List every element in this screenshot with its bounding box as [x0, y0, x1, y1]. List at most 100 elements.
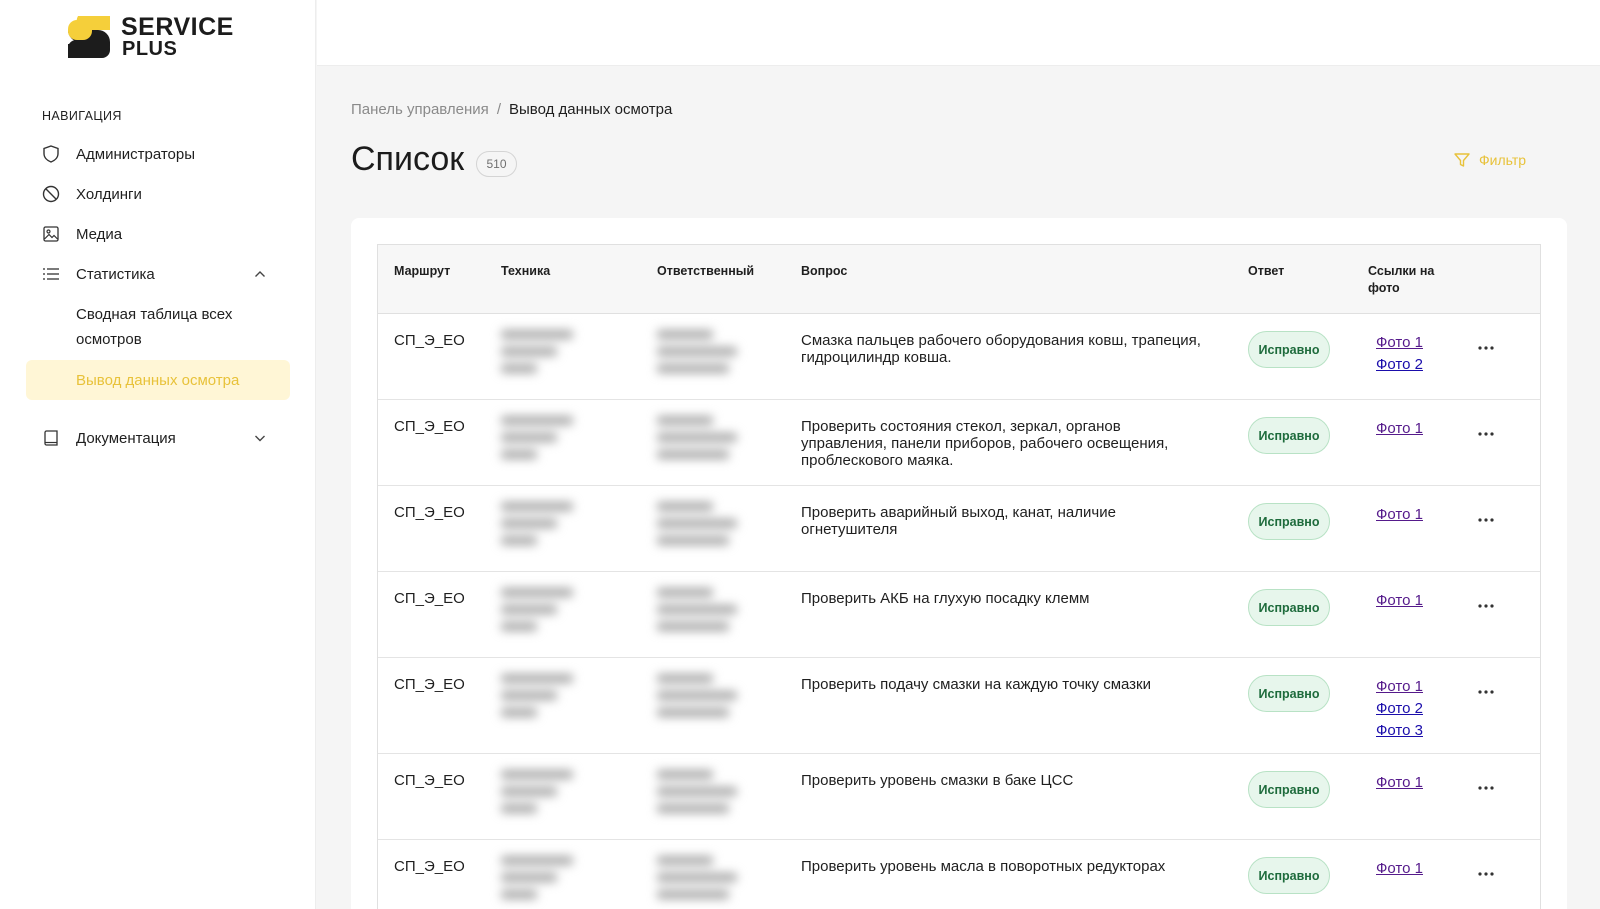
more-actions-icon[interactable]	[1476, 784, 1496, 792]
status-badge: Исправно	[1248, 675, 1330, 712]
equipment-cell-redacted	[491, 314, 641, 399]
list-icon	[42, 265, 60, 283]
photo-link[interactable]: Фото 1	[1376, 590, 1423, 612]
responsible-cell-redacted	[647, 754, 787, 839]
col-header-responsible[interactable]: Ответственный	[657, 263, 754, 280]
sidebar-item-label: Администраторы	[76, 145, 196, 163]
breadcrumb-separator: /	[496, 101, 501, 118]
equipment-cell-redacted	[491, 572, 641, 657]
route-cell: СП_Э_ЕО	[394, 418, 465, 435]
question-cell: Смазка пальцев рабочего оборудования ков…	[801, 332, 1201, 366]
photo-link[interactable]: Фото 1	[1376, 772, 1423, 794]
equipment-cell-redacted	[491, 486, 641, 571]
more-actions-icon[interactable]	[1476, 430, 1496, 438]
photo-links: Фото 1 Фото 2 Фото 3	[1376, 676, 1423, 742]
route-cell: СП_Э_ЕО	[394, 332, 465, 349]
table-row[interactable]: СП_Э_ЕО Проверить уровень смазки в баке …	[378, 754, 1540, 840]
book-icon	[42, 429, 60, 447]
status-badge: Исправно	[1248, 857, 1330, 894]
sidebar-item-statistics[interactable]: Статистика	[26, 254, 290, 294]
route-cell: СП_Э_ЕО	[394, 676, 465, 693]
filter-label: Фильтр	[1479, 152, 1527, 168]
sidebar-item-label: Документация	[76, 429, 176, 447]
more-actions-icon[interactable]	[1476, 344, 1496, 352]
responsible-cell-redacted	[647, 400, 787, 485]
logo-line2: PLUS	[122, 38, 178, 60]
responsible-cell-redacted	[647, 486, 787, 571]
status-badge: Исправно	[1248, 771, 1330, 808]
breadcrumb: Панель управления / Вывод данных осмотра	[351, 101, 672, 118]
col-header-route[interactable]: Маршрут	[394, 263, 450, 280]
more-actions-icon[interactable]	[1476, 688, 1496, 696]
table-row[interactable]: СП_Э_ЕО Проверить подачу смазки на кажду…	[378, 658, 1540, 754]
sidebar-item-label: Холдинги	[76, 185, 142, 203]
photo-link[interactable]: Фото 1	[1376, 332, 1423, 354]
breadcrumb-current: Вывод данных осмотра	[508, 101, 673, 118]
route-cell: СП_Э_ЕО	[394, 590, 465, 607]
table-row[interactable]: СП_Э_ЕО Смазка пальцев рабочего оборудов…	[378, 314, 1540, 400]
ban-icon	[42, 185, 60, 203]
question-cell: Проверить уровень масла в поворотных ред…	[801, 858, 1166, 875]
photo-links: Фото 1	[1376, 418, 1423, 440]
equipment-cell-redacted	[491, 840, 641, 909]
col-header-question[interactable]: Вопрос	[801, 263, 847, 280]
photo-link[interactable]: Фото 1	[1376, 676, 1423, 698]
responsible-cell-redacted	[647, 658, 787, 753]
table-row[interactable]: СП_Э_ЕО Проверить состояния стекол, зерк…	[378, 400, 1540, 486]
photo-link[interactable]: Фото 1	[1376, 504, 1423, 526]
photo-link[interactable]: Фото 1	[1376, 418, 1423, 440]
image-icon	[42, 225, 60, 243]
logo[interactable]: SERVICE PLUS	[68, 15, 258, 61]
route-cell: СП_Э_ЕО	[394, 772, 465, 789]
photo-links: Фото 1	[1376, 772, 1423, 794]
col-header-equipment[interactable]: Техника	[501, 263, 550, 280]
table-header: Маршрут Техника Ответственный Вопрос Отв…	[378, 245, 1540, 314]
more-actions-icon[interactable]	[1476, 516, 1496, 524]
col-header-photos[interactable]: Ссылки на фото	[1368, 263, 1448, 297]
question-cell: Проверить АКБ на глухую посадку клемм	[801, 590, 1090, 607]
logo-mark-icon	[68, 16, 110, 58]
top-bar	[317, 0, 1600, 66]
filter-icon	[1454, 153, 1470, 167]
filter-button[interactable]: Фильтр	[1453, 151, 1526, 169]
route-cell: СП_Э_ЕО	[394, 858, 465, 875]
photo-links: Фото 1	[1376, 504, 1423, 526]
equipment-cell-redacted	[491, 658, 641, 753]
table-row[interactable]: СП_Э_ЕО Проверить аварийный выход, канат…	[378, 486, 1540, 572]
responsible-cell-redacted	[647, 314, 787, 399]
responsible-cell-redacted	[647, 572, 787, 657]
inspection-table: Маршрут Техника Ответственный Вопрос Отв…	[377, 244, 1541, 909]
count-badge: 510	[476, 151, 517, 177]
sidebar-subitem-inspection-output[interactable]: Вывод данных осмотра	[26, 360, 290, 400]
sidebar-subitem-summary-table[interactable]: Сводная таблица всех осмотров	[26, 302, 290, 352]
sidebar-item-media[interactable]: Медиа	[26, 214, 290, 254]
photo-link[interactable]: Фото 2	[1376, 354, 1423, 376]
table-row[interactable]: СП_Э_ЕО Проверить уровень масла в поворо…	[378, 840, 1540, 909]
status-badge: Исправно	[1248, 417, 1330, 454]
question-cell: Проверить уровень смазки в баке ЦСС	[801, 772, 1074, 789]
more-actions-icon[interactable]	[1476, 870, 1496, 878]
photo-links: Фото 1	[1376, 858, 1423, 880]
sidebar: SERVICE PLUS НАВИГАЦИЯ Администраторы Хо…	[0, 0, 316, 909]
photo-links: Фото 1	[1376, 590, 1423, 612]
breadcrumb-root[interactable]: Панель управления	[351, 101, 489, 118]
photo-link[interactable]: Фото 1	[1376, 858, 1423, 880]
question-cell: Проверить подачу смазки на каждую точку …	[801, 676, 1152, 693]
equipment-cell-redacted	[491, 400, 641, 485]
question-cell: Проверить состояния стекол, зеркал, орга…	[801, 418, 1169, 469]
status-badge: Исправно	[1248, 331, 1330, 368]
route-cell: СП_Э_ЕО	[394, 504, 465, 521]
more-actions-icon[interactable]	[1476, 602, 1496, 610]
nav-heading: НАВИГАЦИЯ	[42, 109, 122, 123]
sidebar-item-admins[interactable]: Администраторы	[26, 134, 290, 174]
table-row[interactable]: СП_Э_ЕО Проверить АКБ на глухую посадку …	[378, 572, 1540, 658]
sidebar-item-documentation[interactable]: Документация	[26, 418, 290, 458]
col-header-answer[interactable]: Ответ	[1248, 263, 1284, 280]
shield-icon	[42, 145, 60, 163]
logo-wordmark: SERVICE PLUS	[121, 15, 234, 61]
photo-link[interactable]: Фото 2	[1376, 698, 1423, 720]
chevron-down-icon[interactable]	[252, 430, 268, 446]
chevron-up-icon[interactable]	[252, 266, 268, 282]
photo-link[interactable]: Фото 3	[1376, 720, 1423, 742]
sidebar-item-holdings[interactable]: Холдинги	[26, 174, 290, 214]
